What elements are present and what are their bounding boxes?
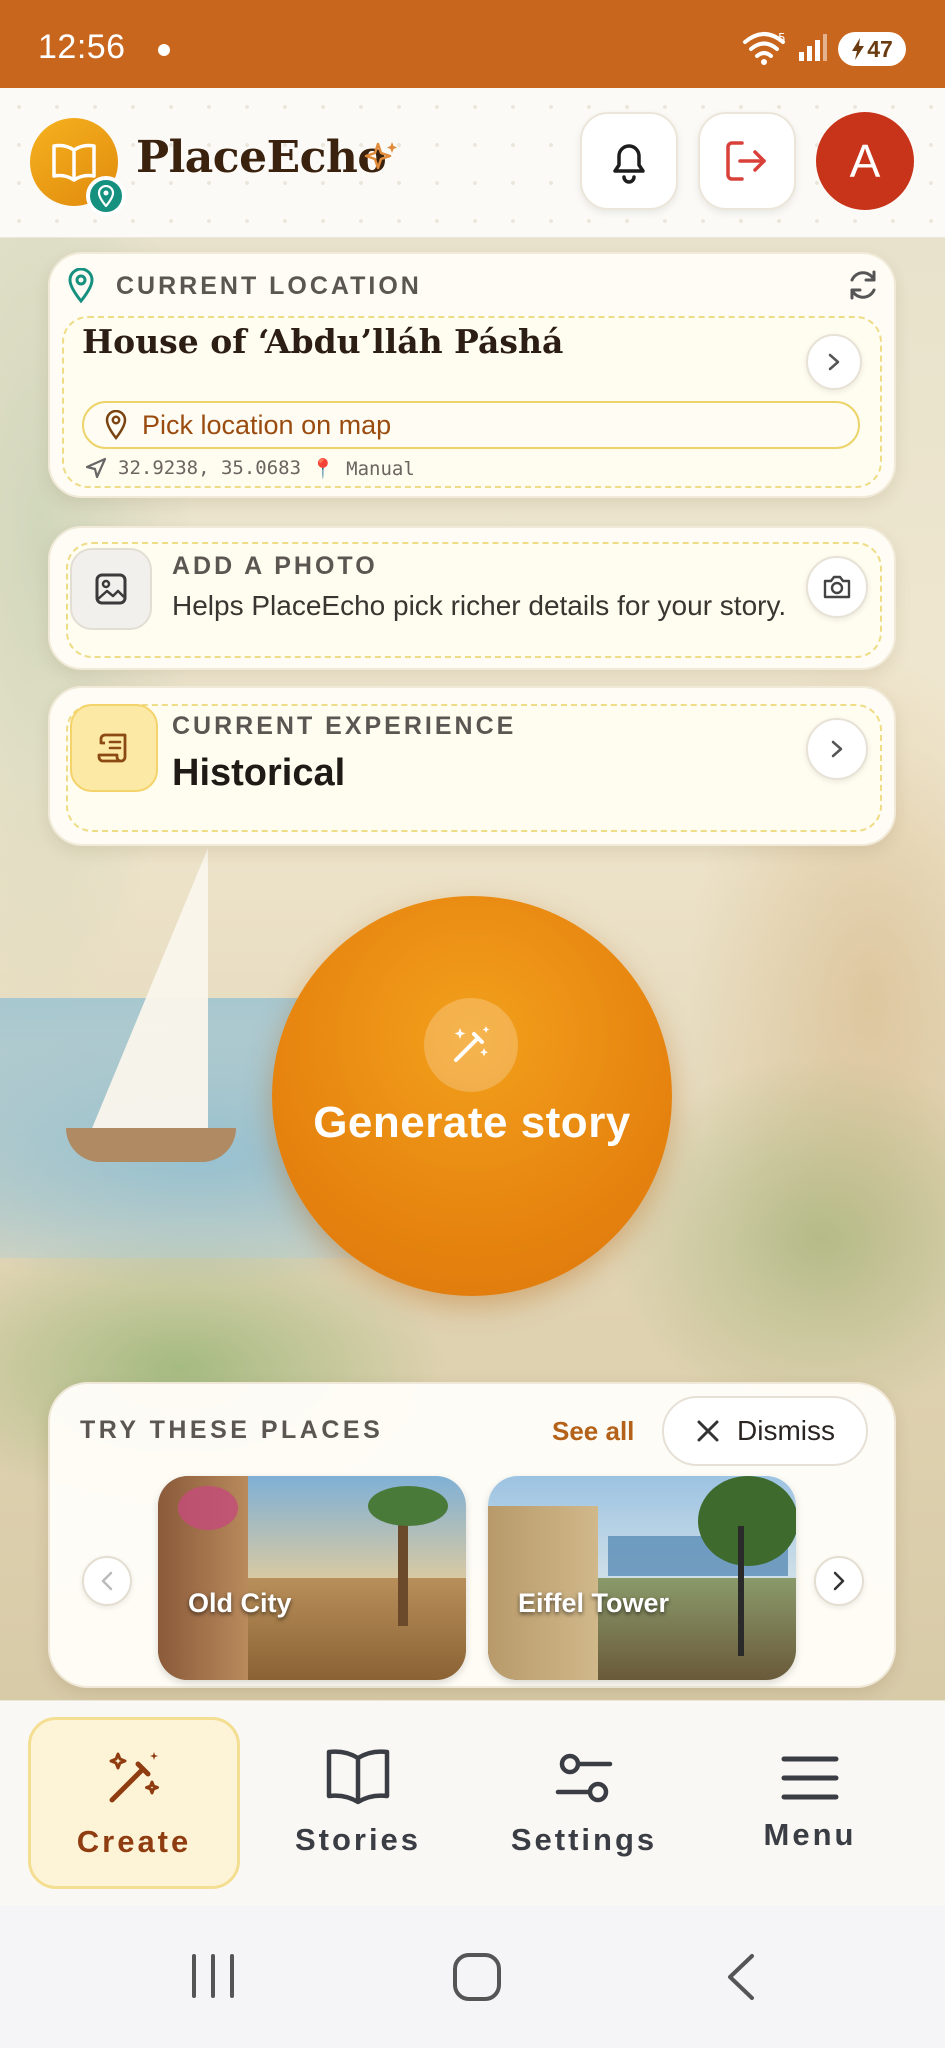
dismiss-button[interactable]: Dismiss (662, 1396, 868, 1466)
battery-indicator: 47 (838, 32, 906, 66)
coordinates-text: 32.9238, 35.0683 (118, 457, 302, 479)
app-header: PlaceEcho A (0, 88, 945, 238)
navigation-arrow-icon (85, 457, 107, 479)
hamburger-menu-icon (781, 1756, 839, 1800)
user-avatar[interactable]: A (816, 112, 914, 210)
book-open-icon (52, 143, 96, 182)
location-pin-icon (68, 268, 94, 304)
map-pin-icon (105, 410, 127, 440)
status-time: 12:56 (38, 28, 126, 66)
tab-menu-label: Menu (763, 1817, 857, 1852)
wifi-badge: 5 (778, 31, 786, 45)
magic-wand-icon (424, 998, 518, 1092)
generate-story-button[interactable]: Generate story (272, 896, 672, 1296)
carousel-next-button[interactable] (814, 1556, 864, 1606)
back-icon[interactable] (724, 1952, 756, 2002)
tab-settings-label: Settings (510, 1822, 658, 1857)
tab-create-label: Create (76, 1824, 192, 1859)
current-experience-value: Historical (172, 752, 346, 794)
bell-icon (613, 144, 645, 184)
try-these-places-label: TRY THESE PLACES (80, 1416, 384, 1444)
coordinates-row: 32.9238, 35.0683 📍 Manual (84, 456, 415, 480)
location-source: 📍 Manual (311, 457, 415, 480)
sailboat-hull (66, 1128, 236, 1162)
current-experience-label: CURRENT EXPERIENCE (172, 712, 517, 740)
tab-stories-label: Stories (294, 1822, 422, 1857)
pick-location-on-map-button[interactable]: Pick location on map (82, 401, 860, 449)
scroll-icon (70, 704, 158, 792)
place-card-eiffel-tower[interactable]: Eiffel Tower (488, 1476, 796, 1680)
charging-bolt-icon (852, 38, 865, 60)
try-these-places-panel: TRY THESE PLACES See all Dismiss Old Cit… (48, 1382, 896, 1688)
tab-settings[interactable]: Settings (478, 1717, 690, 1889)
carousel-prev-button[interactable] (82, 1556, 132, 1606)
sliders-icon (555, 1753, 613, 1803)
notifications-button[interactable] (580, 112, 678, 210)
system-navigation-bar (0, 1906, 945, 2048)
book-open-icon (326, 1749, 390, 1805)
dismiss-label: Dismiss (737, 1415, 835, 1446)
app-name: PlaceEcho (136, 132, 387, 183)
sailboat-sail (88, 848, 208, 1138)
logout-icon (726, 141, 766, 181)
recent-apps-icon[interactable] (190, 1952, 236, 2000)
add-photo-label: ADD A PHOTO (172, 552, 378, 580)
chevron-right-icon (833, 1571, 845, 1591)
add-photo-description: Helps PlaceEcho pick richer details for … (172, 590, 787, 621)
experience-select-button[interactable] (806, 718, 868, 780)
place-card-old-city[interactable]: Old City (158, 1476, 466, 1680)
place-name: Eiffel Tower (518, 1588, 670, 1618)
generate-story-label: Generate story (313, 1098, 631, 1147)
wifi-icon: 5 (742, 30, 788, 71)
close-icon (697, 1420, 719, 1442)
chevron-right-icon (828, 353, 840, 371)
chevron-left-icon (101, 1571, 113, 1591)
battery-level: 47 (867, 35, 893, 62)
tab-create[interactable]: Create (28, 1717, 240, 1889)
tab-menu[interactable]: Menu (704, 1717, 916, 1889)
pick-location-label: Pick location on map (142, 409, 392, 440)
refresh-icon[interactable] (846, 268, 880, 302)
map-pin-icon (86, 176, 126, 216)
magic-wand-icon (109, 1752, 159, 1803)
add-photo-card[interactable]: ADD A PHOTO Helps PlaceEcho pick richer … (48, 526, 896, 670)
camera-button[interactable] (806, 556, 868, 618)
sparkle-icon (364, 140, 400, 181)
cell-signal-icon (798, 32, 828, 67)
place-name: Old City (188, 1588, 292, 1618)
chevron-right-icon (831, 740, 843, 758)
bottom-navigation: Create Stories Settings Menu (0, 1700, 945, 1906)
home-icon[interactable] (452, 1952, 502, 2002)
current-experience-card[interactable]: CURRENT EXPERIENCE Historical (48, 686, 896, 846)
logout-button[interactable] (698, 112, 796, 210)
camera-icon (823, 575, 851, 599)
image-icon (70, 548, 152, 630)
notification-dot (158, 44, 170, 56)
tab-stories[interactable]: Stories (252, 1717, 464, 1889)
location-details-button[interactable] (806, 334, 862, 390)
current-location-label: CURRENT LOCATION (116, 272, 422, 300)
location-name: House of ‘Abdu’lláh Páshá (82, 322, 564, 361)
status-bar: 12:56 5 47 (0, 0, 945, 88)
see-all-link[interactable]: See all (552, 1416, 634, 1447)
